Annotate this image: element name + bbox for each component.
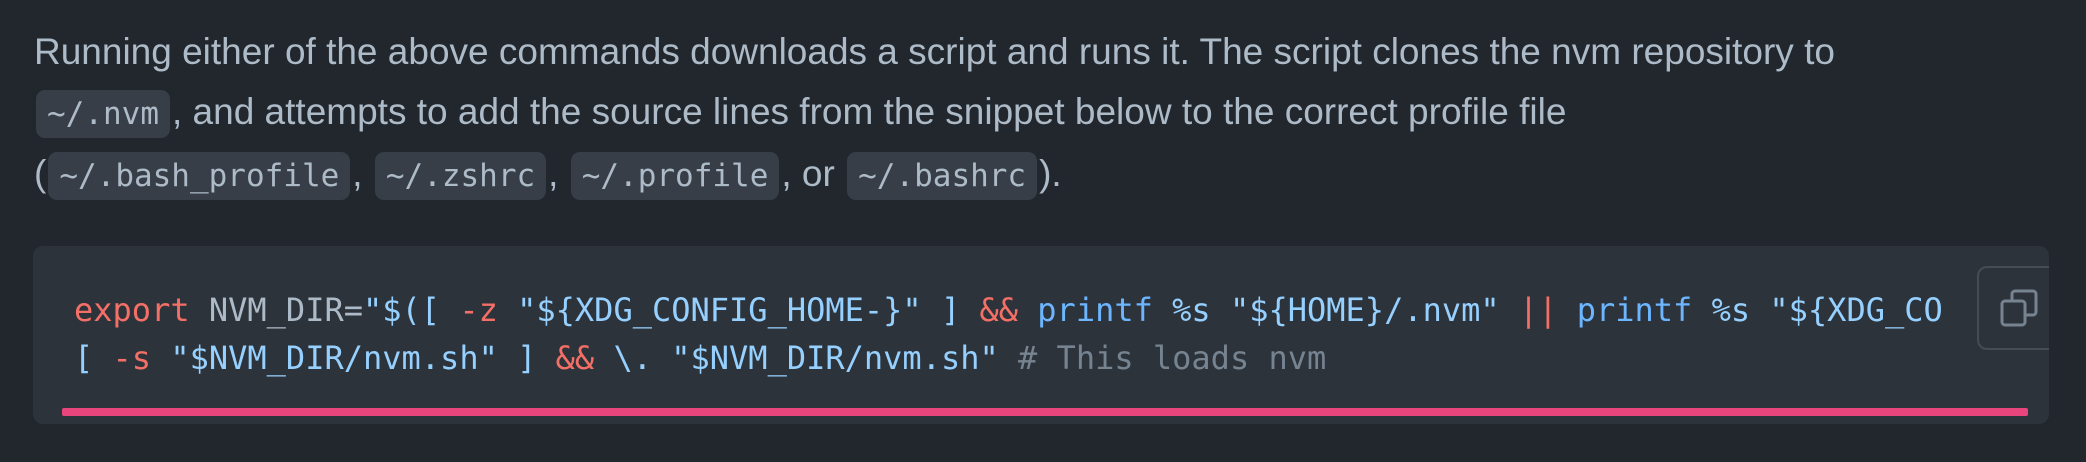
inline-code-profile: ~/.profile (570, 152, 780, 200)
inline-code-bash-profile: ~/.bash_profile (48, 152, 351, 200)
token-string: "$([ (362, 291, 441, 329)
inline-code-nvm-dir: ~/.nvm (36, 90, 170, 138)
token-string: "${XDG_CO (1750, 291, 1943, 329)
or-text: , or (781, 153, 835, 194)
token-comment: # This loads nvm (1018, 339, 1327, 377)
progress-fill (62, 408, 2028, 416)
close-paren: ). (1039, 153, 1062, 194)
token-text: NVM_DIR= (189, 291, 363, 329)
description-text-2: , and attempts to add the source lines f… (171, 91, 1567, 132)
inline-code-bashrc: ~/.bashrc (847, 152, 1038, 200)
token-string: ] (497, 339, 556, 377)
token-operator: && (979, 291, 1019, 329)
description-line-2: ~/.nvm, and attempts to add the source l… (34, 82, 2054, 144)
token-string: \. "$NVM_DIR (594, 339, 845, 377)
token-builtin: printf (1037, 291, 1153, 329)
token-operator: || (1518, 291, 1558, 329)
loading-progress-bar (62, 408, 2028, 416)
token-string: "$NVM_DIR (151, 339, 344, 377)
token-string: /nvm.sh" (343, 339, 498, 377)
token-string: %s (1172, 291, 1211, 329)
token-builtin: printf (1576, 291, 1693, 329)
inline-code-zshrc: ~/.zshrc (374, 152, 547, 200)
code-line-2: [ -s "$NVM_DIR/nvm.sh" ] && \. "$NVM_DIR… (74, 339, 1326, 377)
description-line-3: (~/.bash_profile, ~/.zshrc, ~/.profile, … (34, 144, 2054, 206)
token-string: /nvm.sh" (844, 339, 999, 377)
copy-button[interactable] (1977, 266, 2049, 350)
code-line-1: export NVM_DIR="$([ -z "${XDG_CONFIG_HOM… (74, 291, 1943, 329)
token-operator: && (555, 339, 595, 377)
token-keyword: export (74, 291, 190, 329)
code-content[interactable]: export NVM_DIR="$([ -z "${XDG_CONFIG_HOM… (74, 286, 1943, 382)
comma-separator: , (548, 153, 559, 194)
description-line-1: Running either of the above commands dow… (34, 22, 2054, 82)
copy-icon (2000, 289, 2038, 327)
install-description: Running either of the above commands dow… (34, 22, 2054, 206)
page: Running either of the above commands dow… (0, 0, 2086, 462)
token-string: ] (921, 291, 980, 329)
token-operator: -s (112, 339, 152, 377)
token-string: "${HOME} (1210, 291, 1385, 329)
token-string: "${XDG_CONFIG_HOME-}" (517, 291, 922, 329)
code-block[interactable]: export NVM_DIR="$([ -z "${XDG_CONFIG_HOM… (33, 246, 2049, 424)
token-string: /.nvm" (1384, 291, 1500, 329)
open-paren: ( (34, 153, 47, 194)
token-string: [ (74, 339, 113, 377)
description-text-1: Running either of the above commands dow… (34, 31, 1835, 72)
token-string: %s (1711, 291, 1751, 329)
token-operator: -z (440, 291, 518, 329)
comma-separator: , (352, 153, 363, 194)
